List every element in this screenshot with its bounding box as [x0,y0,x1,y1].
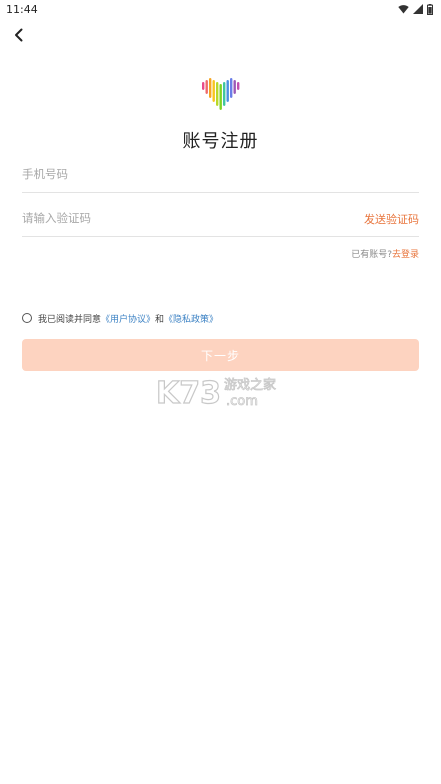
page-title: 账号注册 [182,131,259,152]
rainbow-heart-logo-icon [202,78,240,110]
phone-field [22,156,419,193]
login-prompt-row: 已有账号?去登录 [351,247,419,260]
verification-code-field: 发送验证码 [22,200,419,237]
status-icons [398,3,433,15]
send-code-button[interactable]: 发送验证码 [364,211,419,227]
phone-input[interactable] [22,164,322,184]
app-logo [200,72,240,112]
agreement-prefix: 我已阅读并同意 [38,314,102,325]
agreement-row: 我已阅读并同意 《用户协议》 和 《隐私政策》 [22,311,218,325]
watermark-brand: K73 [156,376,221,409]
back-arrow-icon [15,28,23,42]
next-step-button[interactable]: 下一步 [22,339,419,371]
wifi-icon [398,5,409,14]
login-prompt-text: 已有账号? [351,250,392,260]
back-button[interactable] [10,26,28,44]
agreement-conjunction: 和 [155,314,165,325]
battery-icon [427,3,433,15]
agreement-checkbox[interactable] [22,313,32,323]
privacy-policy-link[interactable]: 《隐私政策》 [164,312,218,325]
user-agreement-link[interactable]: 《用户协议》 [101,312,155,325]
watermark-cn-text: 游戏之家 [224,377,276,393]
cellular-signal-icon [413,4,423,14]
status-bar: 11:44 [0,0,441,20]
watermark-suffix: .com [226,394,258,409]
login-link[interactable]: 去登录 [392,250,419,260]
verification-code-input[interactable] [22,208,322,228]
k73-watermark: K73 游戏之家 .com [156,375,276,409]
status-time: 11:44 [6,3,38,16]
